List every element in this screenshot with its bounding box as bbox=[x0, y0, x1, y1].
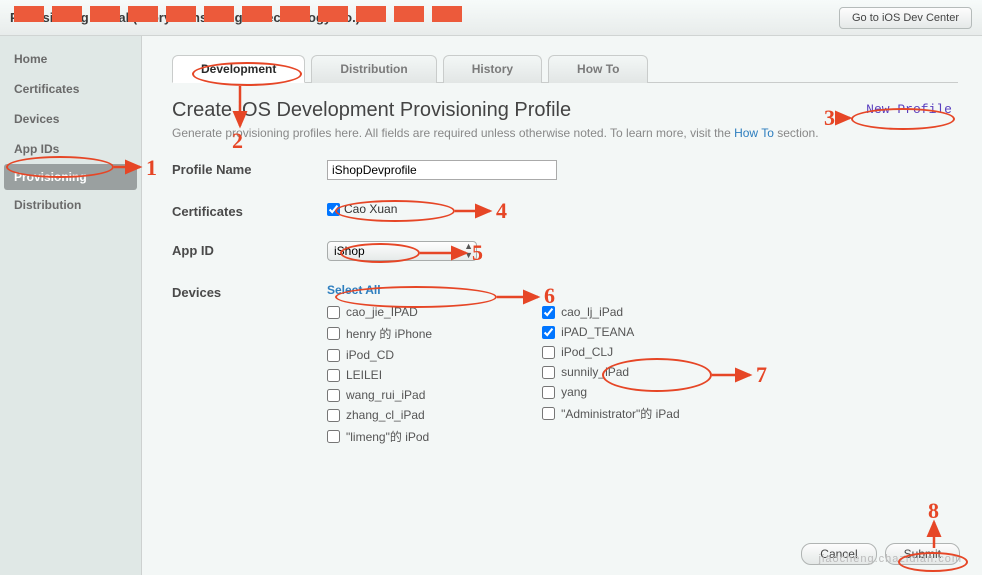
device-checkbox[interactable] bbox=[542, 326, 555, 339]
device-item[interactable]: henry 的 iPhone bbox=[327, 325, 432, 342]
tab-howto[interactable]: How To bbox=[548, 55, 648, 83]
device-label: "limeng"的 iPod bbox=[346, 428, 429, 445]
sidebar-item-distribution[interactable]: Distribution bbox=[0, 190, 141, 220]
page-title: Create iOS Development Provisioning Prof… bbox=[172, 99, 958, 122]
sidebar-item-certificates[interactable]: Certificates bbox=[0, 74, 141, 104]
device-checkbox[interactable] bbox=[327, 389, 340, 402]
device-item[interactable]: "Administrator"的 iPad bbox=[542, 405, 680, 422]
device-item[interactable]: LEILEI bbox=[327, 368, 432, 382]
sidebar: Home Certificates Devices App IDs Provis… bbox=[0, 36, 142, 575]
device-item[interactable]: zhang_cl_iPad bbox=[327, 408, 432, 422]
sidebar-item-devices[interactable]: Devices bbox=[0, 104, 141, 134]
profile-name-label: Profile Name bbox=[172, 160, 327, 177]
content: Development Distribution History How To … bbox=[142, 36, 982, 575]
certificate-checkbox[interactable] bbox=[327, 203, 340, 216]
tabs: Development Distribution History How To bbox=[172, 54, 958, 83]
device-label: "Administrator"的 iPad bbox=[561, 405, 680, 422]
sidebar-item-home[interactable]: Home bbox=[0, 44, 141, 74]
sidebar-item-provisioning[interactable]: Provisioning bbox=[4, 164, 137, 190]
device-label: cao_lj_iPad bbox=[561, 305, 623, 319]
certificate-item[interactable]: Cao Xuan bbox=[327, 202, 958, 216]
redaction-overlay bbox=[14, 6, 462, 22]
sidebar-item-appids[interactable]: App IDs bbox=[0, 134, 141, 164]
certificates-label: Certificates bbox=[172, 202, 327, 219]
device-label: wang_rui_iPad bbox=[346, 388, 425, 402]
tab-distribution[interactable]: Distribution bbox=[311, 55, 436, 83]
cancel-button[interactable]: Cancel bbox=[801, 543, 876, 565]
footer-buttons: Cancel Submit bbox=[801, 543, 960, 565]
device-item[interactable]: iPAD_TEANA bbox=[542, 325, 680, 339]
subtext-pre: Generate provisioning profiles here. All… bbox=[172, 126, 734, 140]
device-label: iPAD_TEANA bbox=[561, 325, 634, 339]
profile-name-input[interactable] bbox=[327, 160, 557, 180]
device-checkbox[interactable] bbox=[542, 407, 555, 420]
appid-label: App ID bbox=[172, 241, 327, 258]
device-checkbox[interactable] bbox=[327, 430, 340, 443]
device-checkbox[interactable] bbox=[327, 409, 340, 422]
device-label: sunnily_iPad bbox=[561, 365, 629, 379]
tab-development[interactable]: Development bbox=[172, 55, 305, 83]
go-to-devcenter-button[interactable]: Go to iOS Dev Center bbox=[839, 7, 972, 29]
device-label: zhang_cl_iPad bbox=[346, 408, 425, 422]
device-item[interactable]: "limeng"的 iPod bbox=[327, 428, 432, 445]
device-label: henry 的 iPhone bbox=[346, 325, 432, 342]
device-checkbox[interactable] bbox=[327, 369, 340, 382]
device-item[interactable]: wang_rui_iPad bbox=[327, 388, 432, 402]
page-subtext: Generate provisioning profiles here. All… bbox=[172, 126, 958, 140]
device-checkbox[interactable] bbox=[542, 366, 555, 379]
subtext-post: section. bbox=[774, 126, 819, 140]
device-item[interactable]: iPod_CD bbox=[327, 348, 432, 362]
select-all-link[interactable]: Select All bbox=[327, 283, 381, 297]
device-checkbox[interactable] bbox=[542, 346, 555, 359]
devices-label: Devices bbox=[172, 283, 327, 300]
appid-select[interactable]: iShop bbox=[327, 241, 477, 261]
device-label: iPod_CLJ bbox=[561, 345, 613, 359]
howto-link[interactable]: How To bbox=[734, 126, 774, 140]
device-label: yang bbox=[561, 385, 587, 399]
device-item[interactable]: cao_jie_IPAD bbox=[327, 305, 432, 319]
device-checkbox[interactable] bbox=[542, 386, 555, 399]
device-label: iPod_CD bbox=[346, 348, 394, 362]
new-profile-link[interactable]: New Profile bbox=[866, 102, 952, 117]
device-item[interactable]: sunnily_iPad bbox=[542, 365, 680, 379]
device-checkbox[interactable] bbox=[327, 349, 340, 362]
device-label: LEILEI bbox=[346, 368, 382, 382]
tab-history[interactable]: History bbox=[443, 55, 542, 83]
submit-button[interactable]: Submit bbox=[885, 543, 960, 565]
device-checkbox[interactable] bbox=[327, 306, 340, 319]
device-item[interactable]: iPod_CLJ bbox=[542, 345, 680, 359]
device-item[interactable]: yang bbox=[542, 385, 680, 399]
certificate-name: Cao Xuan bbox=[344, 202, 397, 216]
device-item[interactable]: cao_lj_iPad bbox=[542, 305, 680, 319]
device-checkbox[interactable] bbox=[542, 306, 555, 319]
device-checkbox[interactable] bbox=[327, 327, 340, 340]
device-label: cao_jie_IPAD bbox=[346, 305, 418, 319]
